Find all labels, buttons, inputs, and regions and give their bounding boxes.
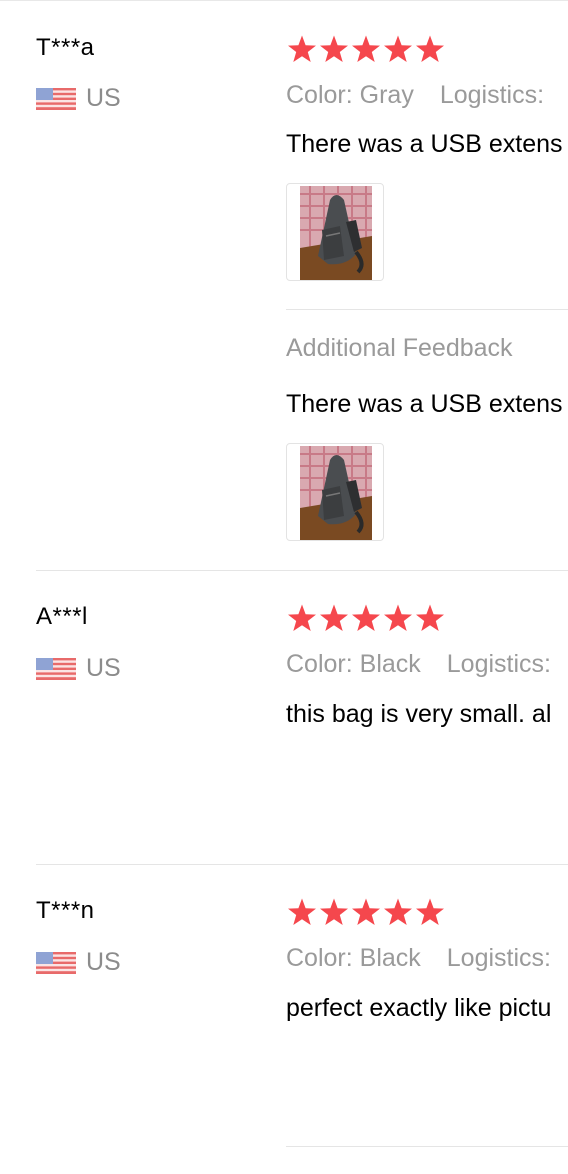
logistics-label: Logistics: [446,650,551,678]
color-label: Color: [286,944,353,972]
reviewer-country: US [36,654,121,683]
star-icon [350,603,382,633]
reviewer-country: US [36,84,121,113]
top-divider [0,0,568,1]
review-sku-info: Color: Gray Logistics: [286,81,544,110]
star-icon [382,897,414,927]
reviewer-name: A***l [36,603,88,630]
star-icon [286,34,318,64]
country-code: US [86,948,121,976]
logistics-label: Logistics: [439,81,545,109]
star-icon [414,34,446,64]
review-text: There was a USB extens [286,130,563,158]
color-label: Color: [286,81,353,109]
us-flag-icon [36,88,76,110]
review-sku-info: Color: Black Logistics: [286,650,551,679]
star-icon [350,34,382,64]
star-rating [286,897,446,927]
additional-feedback-photo[interactable] [286,443,384,541]
star-icon [318,603,350,633]
backpack-photo [300,186,372,280]
additional-feedback-title: Additional Feedback [286,334,513,362]
star-icon [414,603,446,633]
reviewer-name: T***n [36,897,95,924]
us-flag-icon [36,658,76,680]
color-value: Gray [359,81,414,109]
star-icon [286,603,318,633]
star-icon [286,897,318,927]
review-divider [36,864,568,865]
star-icon [350,897,382,927]
review-photo[interactable] [286,183,384,281]
color-value: Black [359,944,421,972]
logistics-label: Logistics: [446,944,551,972]
country-code: US [86,84,121,112]
reviewer-country: US [36,948,121,977]
star-icon [318,34,350,64]
star-rating [286,34,446,64]
review-divider [286,1146,568,1147]
country-code: US [86,654,121,682]
reviewer-name: T***a [36,34,95,61]
review-text: this bag is very small. al [286,700,552,728]
us-flag-icon [36,952,76,974]
review-text: perfect exactly like pictu [286,994,552,1022]
star-icon [318,897,350,927]
review-sku-info: Color: Black Logistics: [286,944,551,973]
feedback-divider [286,309,568,310]
star-icon [382,603,414,633]
backpack-photo [300,446,372,540]
color-label: Color: [286,650,353,678]
star-icon [382,34,414,64]
additional-feedback-text: There was a USB extens [286,390,563,418]
color-value: Black [359,650,421,678]
star-icon [414,897,446,927]
star-rating [286,603,446,633]
review-divider [36,570,568,571]
